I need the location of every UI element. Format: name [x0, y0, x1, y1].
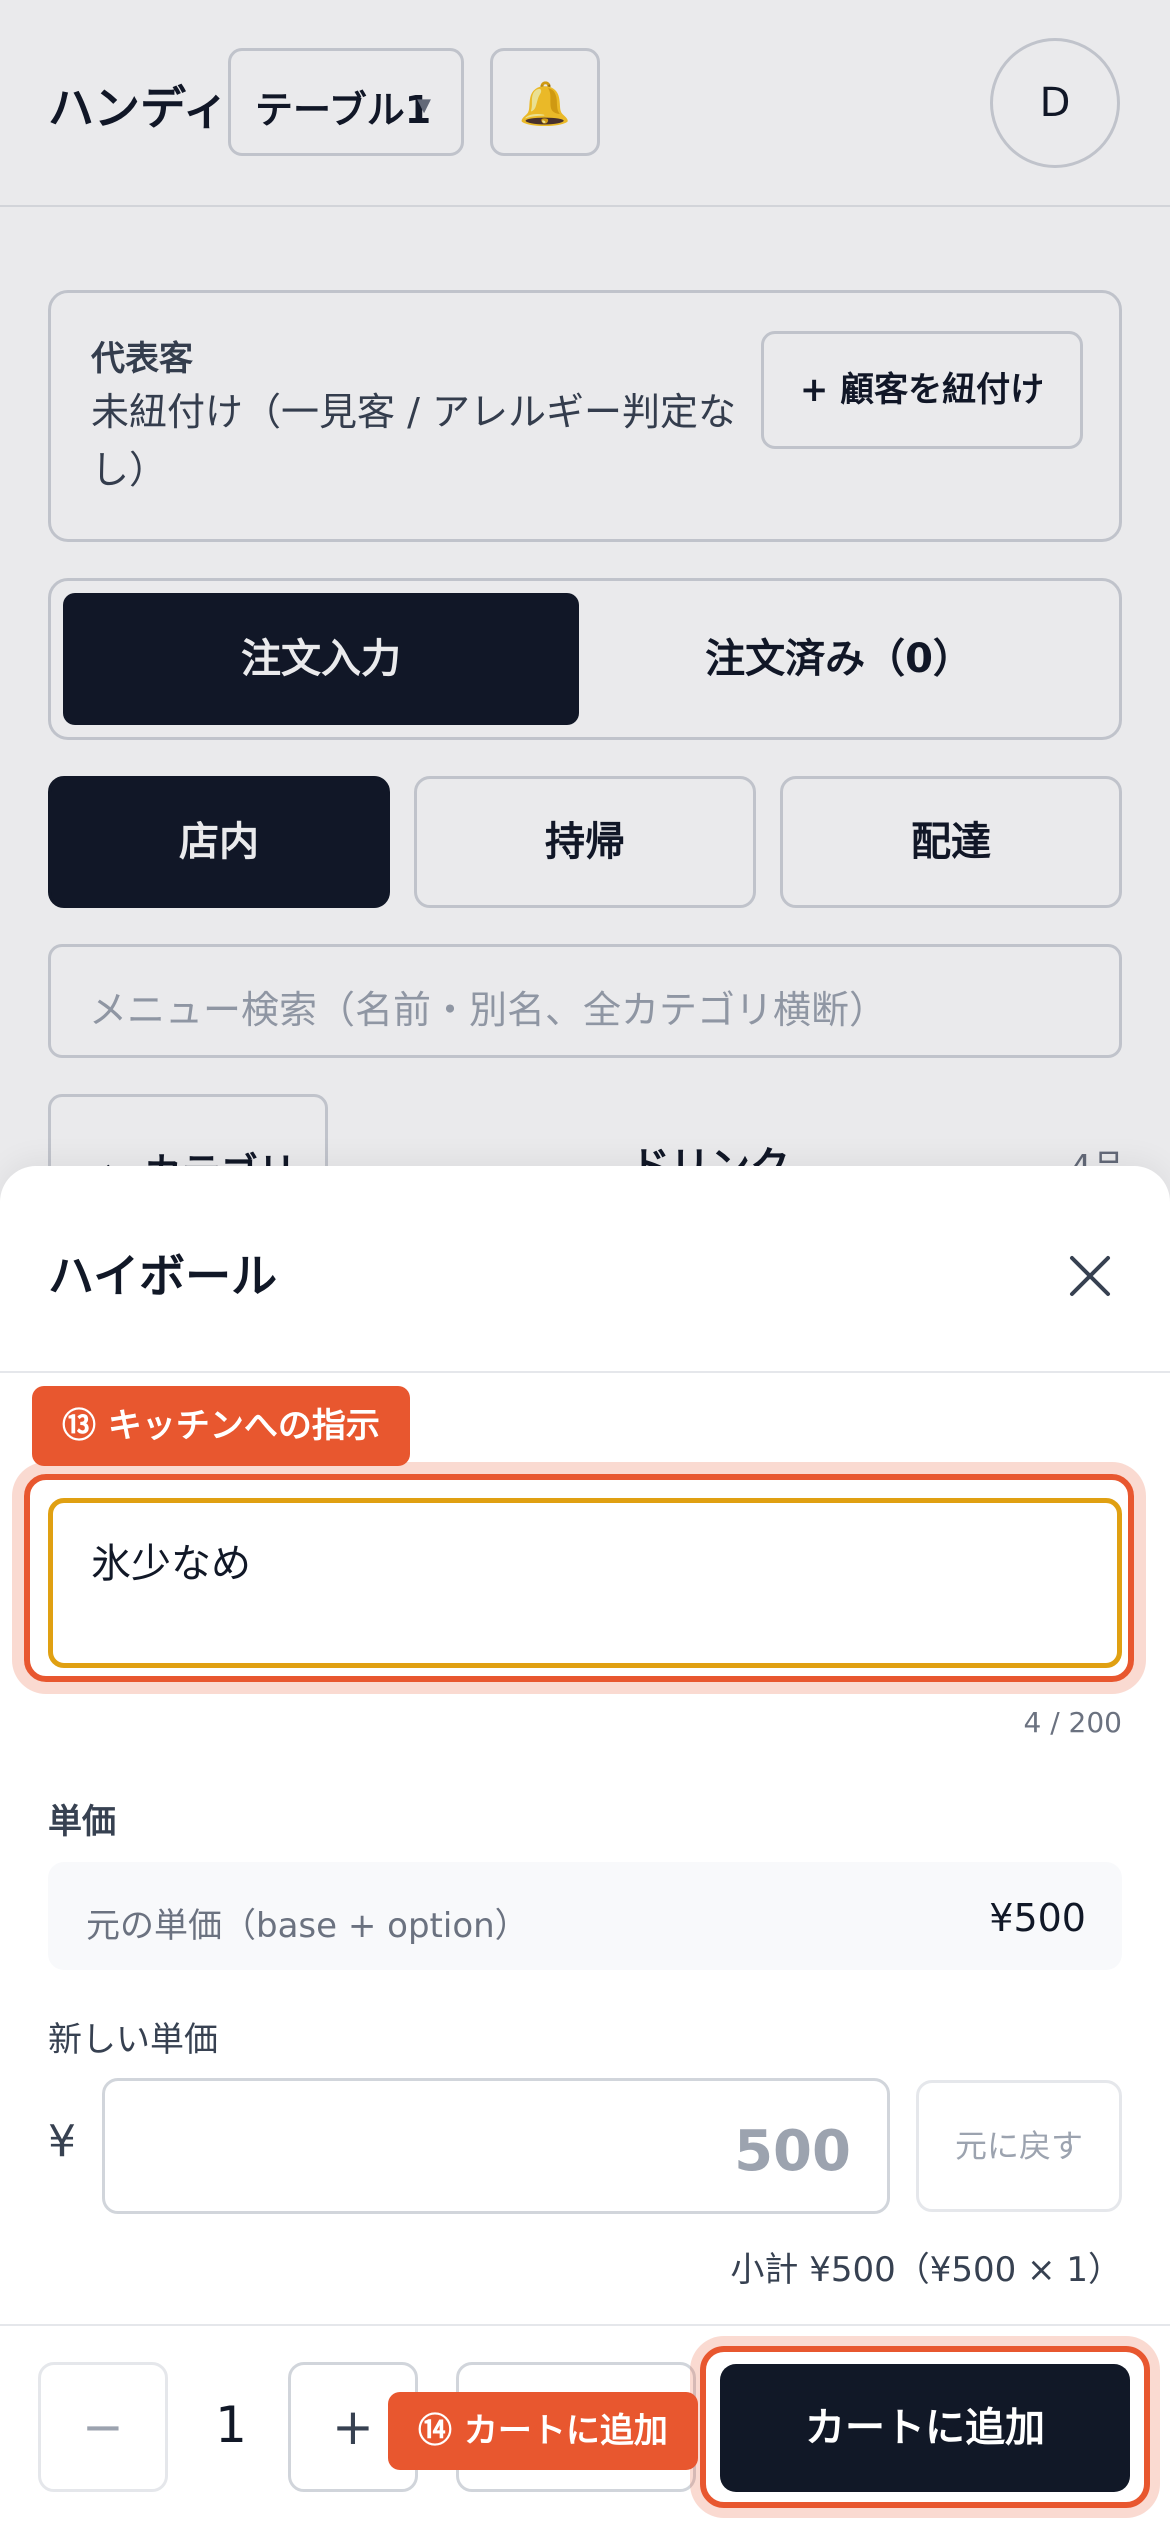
- close-button[interactable]: [1060, 1246, 1120, 1306]
- currency-symbol: ¥: [48, 2116, 76, 2167]
- original-price-label: 元の単価（base + option）: [86, 1906, 529, 1946]
- quantity-decrement-button[interactable]: −: [38, 2362, 168, 2492]
- original-price-box: 元の単価（base + option） ¥500: [48, 1862, 1122, 1970]
- reset-price-button[interactable]: 元に戻す: [916, 2080, 1122, 2212]
- footer-divider: [0, 2324, 1170, 2326]
- unit-price-heading: 単価: [48, 1802, 116, 1842]
- item-title: ハイボール: [48, 1249, 278, 1303]
- quantity-value: 1: [215, 2396, 247, 2454]
- close-icon: [1070, 1256, 1110, 1296]
- item-detail-sheet: ハイボール 氷少なめ ⑬ キッチンへの指示 4 / 200 単価 元の単価（ba…: [0, 1166, 1170, 2532]
- original-price-value: ¥500: [989, 1896, 1086, 1940]
- instruction-step-badge: ⑬ キッチンへの指示: [32, 1386, 410, 1466]
- kitchen-instruction-input[interactable]: 氷少なめ: [48, 1498, 1122, 1668]
- add-to-cart-button[interactable]: カートに追加: [720, 2364, 1130, 2492]
- sheet-divider: [0, 1371, 1170, 1373]
- char-count: 4 / 200: [1023, 1706, 1123, 1739]
- subtotal: 小計 ¥500（¥500 × 1）: [730, 2250, 1122, 2290]
- add-step-badge: ⑭ カートに追加: [388, 2392, 698, 2470]
- new-price-label: 新しい単価: [48, 2020, 218, 2060]
- new-price-input[interactable]: 500: [102, 2078, 890, 2214]
